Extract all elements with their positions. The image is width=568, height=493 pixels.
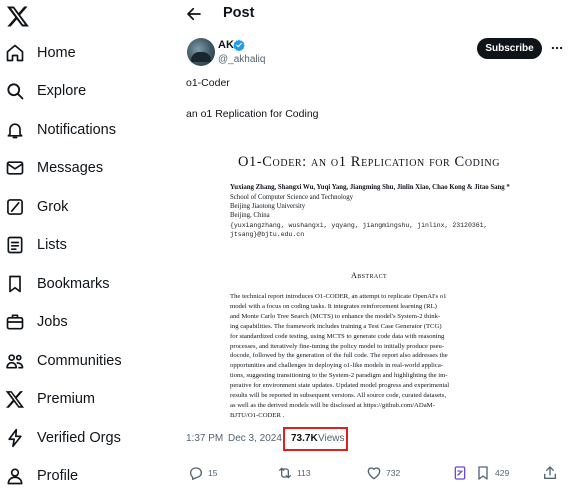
search-icon bbox=[4, 80, 26, 102]
sidebar-item-communities[interactable]: Communities bbox=[0, 343, 165, 379]
sidebar-item-premium[interactable]: Premium bbox=[0, 381, 165, 417]
grok-analyze-button[interactable] bbox=[452, 462, 468, 484]
views-count[interactable]: 73.7K bbox=[291, 433, 318, 444]
list-icon bbox=[4, 234, 26, 256]
share-icon bbox=[544, 466, 556, 479]
abstract-line: BJTU/O1-CODER . bbox=[230, 411, 285, 419]
post-time[interactable]: 1:37 PM bbox=[186, 433, 223, 444]
sidebar-item-verified-orgs[interactable]: Verified Orgs bbox=[0, 420, 165, 456]
repost-count: 113 bbox=[297, 468, 311, 478]
bookmark-icon bbox=[478, 466, 488, 480]
sidebar-item-grok[interactable]: Grok bbox=[0, 189, 165, 225]
paper-affiliation: School of Computer Science and Technolog… bbox=[230, 194, 354, 201]
sidebar-item-label: Notifications bbox=[37, 122, 116, 138]
sidebar-item-profile[interactable]: Profile bbox=[0, 458, 165, 493]
sidebar-item-bookmarks[interactable]: Bookmarks bbox=[0, 266, 165, 302]
action-bar: 15 113 732 429 bbox=[170, 462, 568, 486]
bell-icon bbox=[4, 119, 26, 141]
sidebar-item-label: Lists bbox=[37, 237, 67, 253]
paper-authors: Yuxiang Zhang, Shangxi Wu, Yuqi Yang, Ji… bbox=[230, 184, 510, 191]
person-icon bbox=[4, 465, 26, 487]
sidebar-item-label: Grok bbox=[37, 199, 69, 215]
more-options-icon[interactable] bbox=[550, 41, 564, 55]
sidebar-item-label: Bookmarks bbox=[37, 276, 110, 292]
abstract-line: opportunities and challenges in deployin… bbox=[230, 362, 444, 370]
sidebar-item-label: Communities bbox=[37, 353, 122, 369]
briefcase-icon bbox=[4, 311, 26, 333]
sidebar-item-lists[interactable]: Lists bbox=[0, 227, 165, 263]
share-button[interactable] bbox=[542, 462, 558, 484]
paper-email: jtsang}@bjtu.edu.cn bbox=[230, 231, 305, 238]
sidebar-item-home[interactable]: Home bbox=[0, 35, 165, 71]
author-name[interactable]: AK bbox=[218, 39, 234, 51]
reply-button[interactable]: 15 bbox=[188, 462, 217, 484]
post-text-line: o1-Coder bbox=[186, 77, 230, 89]
post-text-line: an o1 Replication for Coding bbox=[186, 108, 319, 120]
like-button[interactable]: 732 bbox=[366, 462, 400, 484]
repost-icon bbox=[279, 467, 291, 479]
abstract-line: tions, suggesting transitioning to the S… bbox=[230, 372, 448, 380]
verified-badge-icon bbox=[233, 39, 245, 51]
reply-count: 15 bbox=[208, 468, 218, 478]
heart-icon bbox=[367, 467, 381, 480]
bookmark-button[interactable]: 429 bbox=[475, 462, 509, 484]
repost-button[interactable]: 113 bbox=[277, 462, 311, 484]
sidebar-item-label: Home bbox=[37, 45, 76, 61]
sidebar-item-label: Premium bbox=[37, 391, 96, 407]
lightning-icon bbox=[4, 427, 26, 449]
abstract-line: processes, and iteratively fine-tuning t… bbox=[230, 342, 445, 350]
abstract-line: perative for environment state updates. … bbox=[230, 382, 450, 390]
abstract-line: and Monte Carlo Tree Search (MCTS) to en… bbox=[230, 312, 441, 320]
sidebar-item-label: Verified Orgs bbox=[37, 430, 121, 446]
page-title: Post bbox=[223, 5, 255, 21]
abstract-line: model with a focus on coding tasks. It i… bbox=[230, 302, 437, 310]
sidebar-item-label: Jobs bbox=[37, 314, 68, 330]
paper-email: {yuxiangzhang, wushangxi, yqyang, jiangm… bbox=[230, 222, 488, 229]
x-logo-icon bbox=[4, 388, 26, 410]
abstract-line: results will be reported in subsequent v… bbox=[230, 392, 447, 400]
sidebar: Home Explore Notifications Messages Grok… bbox=[0, 0, 170, 493]
abstract-line: for standardized code testing, using MCT… bbox=[230, 332, 445, 340]
like-count: 732 bbox=[386, 468, 401, 478]
abstract-line: docode, followed by the generation of th… bbox=[230, 352, 448, 360]
people-icon bbox=[4, 350, 26, 372]
envelope-icon bbox=[4, 157, 26, 179]
x-logo-icon[interactable] bbox=[6, 4, 30, 28]
author-handle[interactable]: @_akhaliq bbox=[218, 54, 265, 65]
sidebar-item-messages[interactable]: Messages bbox=[0, 150, 165, 186]
paper-affiliation: Beijing, China bbox=[230, 212, 270, 219]
sidebar-item-label: Messages bbox=[37, 160, 104, 176]
home-icon bbox=[4, 42, 26, 64]
paper-affiliation: Beijing Jiaotong University bbox=[230, 203, 306, 210]
abstract-line: as well as the derived models will be di… bbox=[230, 401, 435, 409]
grok-post-icon bbox=[454, 466, 466, 480]
post-image[interactable]: O1-Coder: an o1 Replication for Coding Y… bbox=[186, 142, 552, 422]
paper-abstract-heading: Abstract bbox=[350, 271, 388, 280]
sidebar-item-jobs[interactable]: Jobs bbox=[0, 304, 165, 340]
back-arrow-icon[interactable] bbox=[185, 5, 203, 23]
header: Post bbox=[170, 0, 568, 28]
abstract-line: The technical report introduces O1-CODER… bbox=[230, 293, 447, 300]
avatar[interactable] bbox=[187, 38, 215, 66]
grok-icon bbox=[4, 196, 26, 218]
paper-abstract: The technical report introduces O1-CODER… bbox=[230, 292, 530, 421]
abstract-line: ing capabilities. The framework includes… bbox=[230, 322, 442, 330]
post-date[interactable]: Dec 3, 2024 bbox=[228, 433, 282, 444]
reply-icon bbox=[190, 467, 202, 480]
subscribe-button[interactable]: Subscribe bbox=[477, 38, 542, 59]
sidebar-item-explore[interactable]: Explore bbox=[0, 73, 165, 109]
views-label: Views bbox=[318, 433, 345, 444]
bookmark-count: 429 bbox=[495, 468, 510, 478]
sidebar-item-label: Profile bbox=[37, 468, 79, 484]
sidebar-item-notifications[interactable]: Notifications bbox=[0, 112, 165, 148]
bookmark-icon bbox=[4, 273, 26, 295]
sidebar-item-label: Explore bbox=[37, 83, 87, 99]
paper-title: O1-Coder: an o1 Replication for Coding bbox=[237, 154, 501, 170]
post-detail: Post AK @_akhaliq Subscribe o1-Coder an … bbox=[170, 0, 568, 493]
